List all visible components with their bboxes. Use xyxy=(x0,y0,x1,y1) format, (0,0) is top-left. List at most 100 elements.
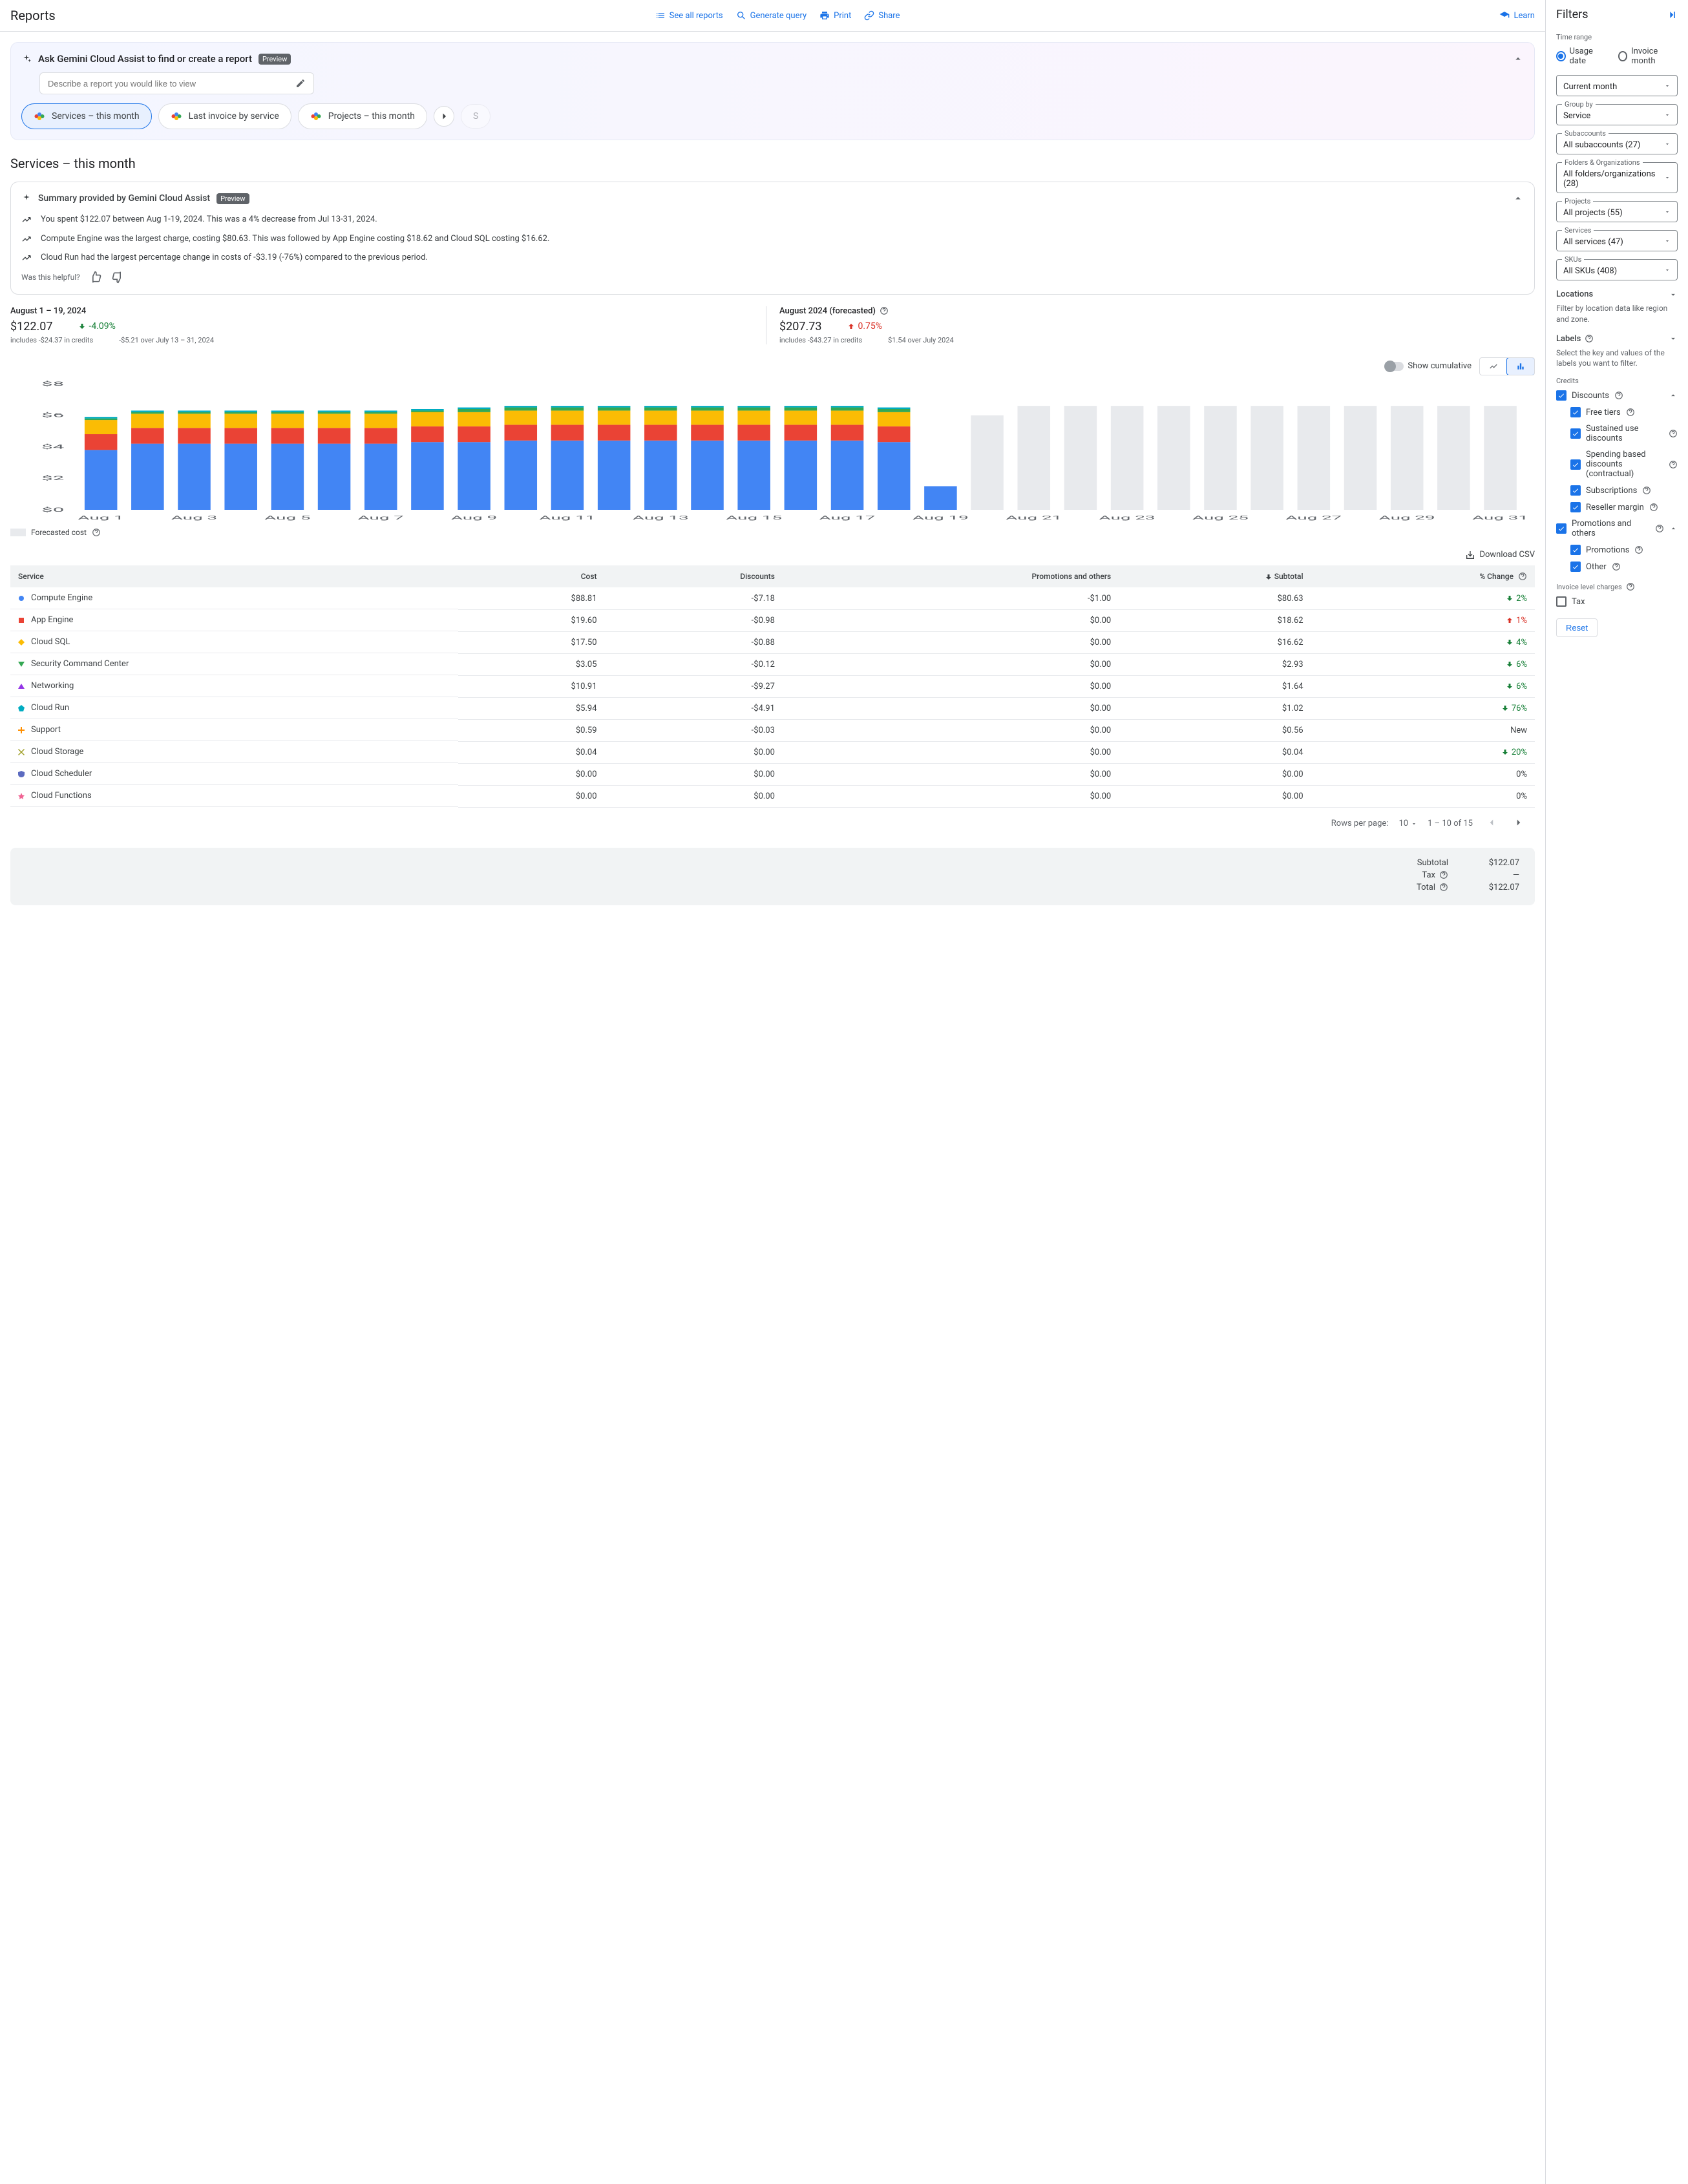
summary-insight: Cloud Run had the largest percentage cha… xyxy=(21,251,1524,264)
learn-link[interactable]: Learn xyxy=(1499,10,1535,21)
svg-text:Aug 13: Aug 13 xyxy=(633,514,689,520)
print-link[interactable]: Print xyxy=(819,10,851,21)
help-icon[interactable] xyxy=(1439,883,1448,892)
table-row[interactable]: Security Command Center$3.05-$0.12$0.00$… xyxy=(10,653,1535,675)
labels-expand[interactable]: Labels xyxy=(1556,334,1678,344)
checkbox-other[interactable]: Other xyxy=(1570,562,1678,572)
thumbs-up-button[interactable] xyxy=(89,271,102,284)
preview-badge: Preview xyxy=(216,193,249,204)
folders-select[interactable]: Folders & Organizations All folders/orga… xyxy=(1556,162,1678,193)
checkbox-subscriptions[interactable]: Subscriptions xyxy=(1570,485,1678,496)
help-icon[interactable] xyxy=(1649,503,1658,512)
chip-projects-this-month[interactable]: Projects – this month xyxy=(298,103,427,129)
help-icon[interactable] xyxy=(1612,562,1621,571)
svg-text:Aug 7: Aug 7 xyxy=(358,514,404,520)
projects-select[interactable]: Projects All projects (55) xyxy=(1556,201,1678,222)
table-row[interactable]: App Engine$19.60-$0.98$0.00$18.621% xyxy=(10,609,1535,631)
subaccounts-select[interactable]: Subaccounts All subaccounts (27) xyxy=(1556,133,1678,154)
chevron-up-icon[interactable] xyxy=(1669,391,1678,400)
line-view-button[interactable] xyxy=(1480,358,1507,375)
chevron-up-icon[interactable] xyxy=(1669,524,1678,533)
table-row[interactable]: Support$0.59-$0.03$0.00$0.56New xyxy=(10,719,1535,741)
table-row[interactable]: Compute Engine$88.81-$7.18-$1.00$80.632% xyxy=(10,587,1535,609)
svg-text:Aug 29: Aug 29 xyxy=(1379,514,1435,520)
checkbox-promotions-others[interactable]: Promotions and others xyxy=(1556,519,1678,538)
table-row[interactable]: Cloud Scheduler$0.00$0.00$0.00$0.000% xyxy=(10,763,1535,785)
download-csv-button[interactable]: Download CSV xyxy=(10,550,1535,560)
help-icon[interactable] xyxy=(92,528,101,537)
help-icon[interactable] xyxy=(1518,572,1527,581)
table-row[interactable]: Cloud Storage$0.04$0.00$0.00$0.0420% xyxy=(10,741,1535,763)
time-range-select[interactable]: Current month xyxy=(1556,75,1678,96)
help-icon[interactable] xyxy=(1642,486,1651,495)
table-row[interactable]: Networking$10.91-$9.27$0.00$1.646% xyxy=(10,675,1535,697)
chip-overflow[interactable]: S xyxy=(461,104,491,129)
rows-per-page-select[interactable]: 10 xyxy=(1398,819,1417,828)
metric-actual: August 1 – 19, 2024 $122.07 -4.09% inclu… xyxy=(10,306,766,344)
checkbox-promotions[interactable]: Promotions xyxy=(1570,545,1678,555)
prev-page-button[interactable] xyxy=(1483,814,1500,834)
chevron-up-icon[interactable] xyxy=(1512,53,1524,65)
checkbox-free-tiers[interactable]: Free tiers xyxy=(1570,407,1678,417)
help-icon[interactable] xyxy=(1669,429,1678,438)
col-service[interactable]: Service xyxy=(10,565,458,588)
sparkle-icon xyxy=(21,193,32,204)
help-icon[interactable] xyxy=(1614,391,1623,400)
gemini-prompt-input[interactable] xyxy=(48,79,295,89)
col-subtotal[interactable]: Subtotal xyxy=(1119,565,1311,588)
preview-badge: Preview xyxy=(258,54,291,65)
svg-text:Aug 27: Aug 27 xyxy=(1285,514,1342,520)
chevron-up-icon[interactable] xyxy=(1512,193,1524,204)
dropdown-icon xyxy=(1664,83,1671,89)
help-icon[interactable] xyxy=(1634,545,1643,554)
col-discounts[interactable]: Discounts xyxy=(605,565,783,588)
col-promotions[interactable]: Promotions and others xyxy=(783,565,1119,588)
generate-query-link[interactable]: Generate query xyxy=(736,10,807,21)
checkbox-reseller[interactable]: Reseller margin xyxy=(1570,502,1678,512)
svg-text:Aug 23: Aug 23 xyxy=(1099,514,1155,520)
reset-button[interactable]: Reset xyxy=(1556,618,1598,637)
table-pagination: Rows per page: 10 1 – 10 of 15 xyxy=(10,808,1535,840)
table-row[interactable]: Cloud Functions$0.00$0.00$0.00$0.000% xyxy=(10,785,1535,807)
see-all-reports-link[interactable]: See all reports xyxy=(655,10,723,21)
bar-view-button[interactable] xyxy=(1506,357,1535,375)
chip-last-invoice[interactable]: Last invoice by service xyxy=(158,103,291,129)
chips-next-button[interactable] xyxy=(434,106,454,127)
checkbox-sustained[interactable]: Sustained use discounts xyxy=(1570,424,1678,443)
table-row[interactable]: Cloud SQL$17.50-$0.88$0.00$16.624% xyxy=(10,631,1535,653)
checkbox-discounts[interactable]: Discounts xyxy=(1556,390,1678,401)
col-cost[interactable]: Cost xyxy=(458,565,605,588)
gemini-input-container[interactable] xyxy=(39,72,314,94)
help-icon[interactable] xyxy=(1439,870,1448,879)
page-heading: Reports xyxy=(10,8,56,23)
group-by-select[interactable]: Group by Service xyxy=(1556,104,1678,125)
thumbs-down-button[interactable] xyxy=(111,271,124,284)
checkbox-tax[interactable]: Tax xyxy=(1556,596,1678,607)
checkbox-spending[interactable]: Spending based discounts (contractual) xyxy=(1570,450,1678,479)
collapse-panel-icon[interactable] xyxy=(1665,8,1678,21)
chart-legend: Forecasted cost xyxy=(10,528,1535,537)
col-change[interactable]: % Change xyxy=(1311,565,1535,588)
table-row[interactable]: Cloud Run$5.94-$4.91$0.00$1.0276% xyxy=(10,697,1535,719)
locations-expand[interactable]: Locations xyxy=(1556,289,1678,299)
edit-icon[interactable] xyxy=(295,78,306,89)
svg-text:$2: $2 xyxy=(41,475,64,482)
dropdown-icon xyxy=(1664,141,1671,147)
cumulative-toggle[interactable]: Show cumulative xyxy=(1386,361,1472,371)
next-page-button[interactable] xyxy=(1510,814,1527,834)
help-icon[interactable] xyxy=(1626,408,1635,417)
help-icon[interactable] xyxy=(880,306,889,315)
radio-usage-date[interactable]: Usage date xyxy=(1556,47,1607,66)
help-icon[interactable] xyxy=(1655,524,1664,533)
help-icon[interactable] xyxy=(1669,460,1678,469)
help-icon[interactable] xyxy=(1585,334,1594,343)
dropdown-icon xyxy=(1411,821,1417,827)
skus-select[interactable]: SKUs All SKUs (408) xyxy=(1556,259,1678,280)
cloud-logo-icon xyxy=(171,110,182,122)
radio-invoice-month[interactable]: Invoice month xyxy=(1618,47,1678,66)
services-select[interactable]: Services All services (47) xyxy=(1556,230,1678,251)
help-icon[interactable] xyxy=(1626,582,1635,591)
arrow-down-icon xyxy=(1265,573,1272,581)
chip-services-this-month[interactable]: Services – this month xyxy=(21,103,152,129)
share-link[interactable]: Share xyxy=(864,10,900,21)
